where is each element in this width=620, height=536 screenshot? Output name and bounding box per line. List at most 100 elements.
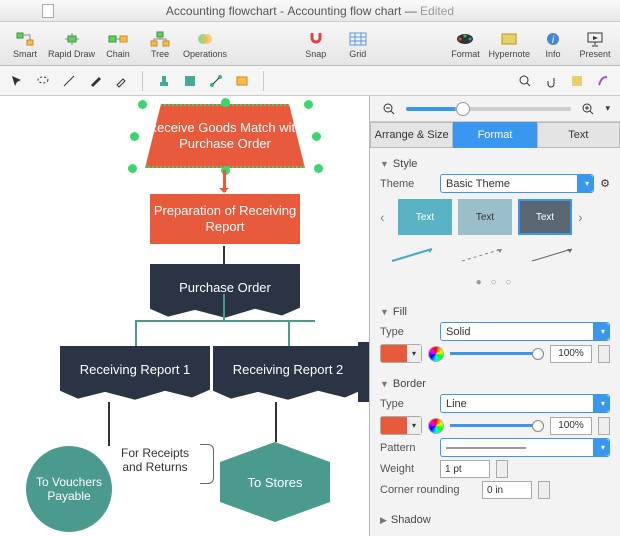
- theme-label: Theme: [380, 178, 434, 190]
- pattern-select[interactable]: ▾: [440, 438, 610, 457]
- connector[interactable]: [135, 320, 137, 346]
- theme-select[interactable]: Basic Theme▾: [440, 174, 594, 193]
- zoom-out-icon[interactable]: [380, 100, 398, 118]
- fill-opacity-slider[interactable]: [450, 352, 544, 355]
- note-tool-icon[interactable]: [568, 72, 586, 90]
- style-next-icon[interactable]: ›: [578, 209, 590, 225]
- pen-tool-icon[interactable]: [86, 72, 104, 90]
- window-titlebar: Accounting flowchart - Accounting flow c…: [0, 0, 620, 22]
- chain-button[interactable]: Chain: [99, 24, 137, 64]
- selection-handle[interactable]: [312, 132, 321, 141]
- eyedropper-tool-icon[interactable]: [112, 72, 130, 90]
- line-tool-icon[interactable]: [60, 72, 78, 90]
- zoom-in-icon[interactable]: [579, 100, 597, 118]
- tab-text[interactable]: Text: [537, 122, 620, 148]
- connector[interactable]: [223, 246, 225, 264]
- zoom-slider[interactable]: [406, 107, 571, 111]
- selection-handle[interactable]: [130, 132, 139, 141]
- selection-handle[interactable]: [314, 164, 323, 173]
- border-opacity-slider[interactable]: [450, 424, 544, 427]
- corner-stepper[interactable]: [538, 481, 550, 499]
- tab-arrange-size[interactable]: Arrange & Size: [370, 122, 453, 148]
- brush-tool-icon[interactable]: [594, 72, 612, 90]
- border-color-chip[interactable]: ▾: [380, 416, 422, 435]
- hypernote-button[interactable]: Hypernote: [488, 24, 530, 64]
- section-border[interactable]: ▼Border: [380, 378, 610, 390]
- border-opacity-stepper[interactable]: [598, 417, 610, 435]
- border-type-label: Type: [380, 398, 434, 410]
- style-swatch[interactable]: Text: [458, 199, 512, 235]
- main-toolbar: Smart Rapid Draw Chain Tree Operations S…: [0, 22, 620, 66]
- connector[interactable]: [223, 294, 225, 322]
- page-dots[interactable]: ● ○ ○: [380, 275, 610, 294]
- fill-color-chip[interactable]: ▾: [380, 344, 422, 363]
- border-opacity-value[interactable]: 100%: [550, 417, 592, 435]
- flowchart-process[interactable]: Preparation of Receiving Report: [150, 194, 300, 244]
- annotation-bracket: [200, 444, 214, 484]
- tab-format[interactable]: Format: [453, 122, 536, 148]
- info-button[interactable]: iInfo: [534, 24, 572, 64]
- lasso-tool-icon[interactable]: [34, 72, 52, 90]
- selection-handle[interactable]: [128, 164, 137, 173]
- fill-opacity-value[interactable]: 100%: [550, 345, 592, 363]
- connector[interactable]: [108, 402, 110, 446]
- inspector-tabs: Arrange & Size Format Text: [370, 122, 620, 148]
- fill-type-select[interactable]: Solid▾: [440, 322, 610, 341]
- operations-button[interactable]: Operations: [183, 24, 227, 64]
- inspector-panel: ▾ Arrange & Size Format Text ▼Style Them…: [370, 96, 620, 536]
- stamp-tool-icon[interactable]: [155, 72, 173, 90]
- hand-tool-icon[interactable]: [542, 72, 560, 90]
- connector[interactable]: [275, 402, 277, 442]
- shape-tool-icon[interactable]: [181, 72, 199, 90]
- connector-tool-icon[interactable]: [207, 72, 225, 90]
- arrow-style-swatch[interactable]: [458, 245, 508, 267]
- style-prev-icon[interactable]: ‹: [380, 209, 392, 225]
- text-tool-icon[interactable]: [233, 72, 251, 90]
- present-button[interactable]: Present: [576, 24, 614, 64]
- arrow-style-swatch[interactable]: [528, 245, 578, 267]
- flowchart-offpage[interactable]: To Stores: [220, 442, 330, 522]
- style-swatch[interactable]: Text: [398, 199, 452, 235]
- disclosure-triangle-icon: ▶: [380, 515, 387, 526]
- section-fill[interactable]: ▼Fill: [380, 306, 610, 318]
- pattern-label: Pattern: [380, 442, 434, 454]
- border-type-select[interactable]: Line▾: [440, 394, 610, 413]
- arrow-style-swatch[interactable]: [388, 245, 438, 267]
- weight-label: Weight: [380, 463, 434, 475]
- pointer-tool-icon[interactable]: [8, 72, 26, 90]
- chevron-down-icon[interactable]: ▾: [605, 103, 610, 114]
- color-wheel-icon[interactable]: [428, 346, 444, 362]
- format-button[interactable]: Format: [446, 24, 484, 64]
- style-swatch-selected[interactable]: Text: [518, 199, 572, 235]
- fill-opacity-stepper[interactable]: [598, 345, 610, 363]
- color-wheel-icon[interactable]: [428, 418, 444, 434]
- selection-handle[interactable]: [221, 98, 230, 107]
- sheet-title: Accounting flow chart: [287, 4, 401, 18]
- zoom-tool-icon[interactable]: [516, 72, 534, 90]
- rapid-draw-button[interactable]: Rapid Draw: [48, 24, 95, 64]
- flowchart-document[interactable]: Purchase Order: [150, 264, 300, 320]
- flowchart-shape-partial[interactable]: [358, 342, 370, 402]
- section-shadow[interactable]: ▶Shadow: [380, 514, 610, 526]
- flowchart-document[interactable]: Receiving Report 2: [213, 346, 363, 402]
- canvas[interactable]: Receive Goods Match with Purchase Order …: [0, 96, 370, 536]
- weight-input[interactable]: 1 pt: [440, 460, 490, 478]
- tree-button[interactable]: Tree: [141, 24, 179, 64]
- selection-handle[interactable]: [138, 100, 147, 109]
- weight-stepper[interactable]: [496, 460, 508, 478]
- document-icon: [42, 4, 54, 18]
- snap-button[interactable]: Snap: [297, 24, 335, 64]
- gear-icon[interactable]: ⚙: [600, 177, 610, 190]
- annotation-text[interactable]: For Receipts and Returns: [110, 446, 200, 474]
- grid-button[interactable]: Grid: [339, 24, 377, 64]
- corner-input[interactable]: 0 in: [482, 481, 532, 499]
- smart-button[interactable]: Smart: [6, 24, 44, 64]
- selection-handle[interactable]: [304, 100, 313, 109]
- flowchart-connector[interactable]: To Vouchers Payable: [26, 446, 112, 532]
- flowchart-document[interactable]: Receiving Report 1: [60, 346, 210, 402]
- connector[interactable]: [288, 320, 290, 346]
- flowchart-process-selected[interactable]: Receive Goods Match with Purchase Order: [145, 104, 305, 168]
- edited-label: Edited: [420, 4, 454, 18]
- connector-arrow[interactable]: [223, 170, 226, 192]
- section-style[interactable]: ▼Style: [380, 158, 610, 170]
